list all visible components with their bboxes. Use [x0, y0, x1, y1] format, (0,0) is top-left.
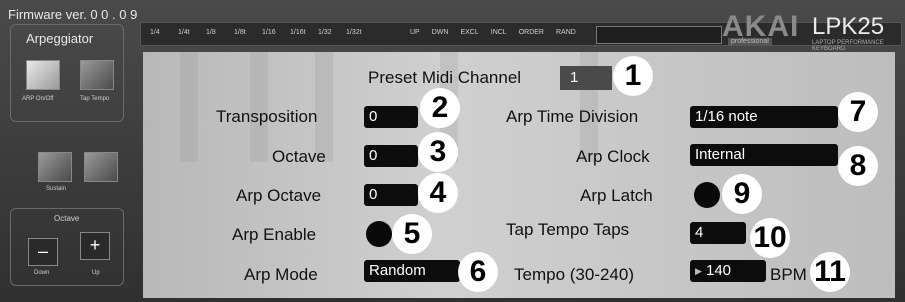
akai-sub-logo: professional — [728, 38, 772, 45]
keyboard-key-shadow — [180, 52, 198, 162]
arp-clock-field[interactable]: Internal — [690, 144, 838, 166]
sustain-button[interactable] — [38, 152, 72, 182]
callout-4: 4 — [418, 173, 458, 213]
octave-down-label: Down — [34, 270, 50, 276]
division-label: 1/4t — [178, 29, 190, 36]
mode-labels: UP DWN EXCL INCL ORDER RAND — [410, 29, 588, 36]
lcd-screen — [596, 26, 722, 44]
mode-label: INCL — [490, 29, 507, 36]
transposition-field[interactable]: 0 — [364, 106, 418, 128]
firmware-version: Firmware ver. 0 0 . 0 9 — [8, 7, 138, 22]
arp-octave-label: Arp Octave — [236, 186, 322, 205]
tempo-label: Tempo (30-240) — [514, 265, 635, 284]
bpm-unit-label: BPM — [770, 265, 807, 284]
arp-mode-field[interactable]: Random — [364, 260, 460, 282]
division-labels: 1/4 1/4t 1/8 1/8t 1/16 1/16t 1/32 1/32t — [150, 29, 374, 36]
callout-1: 1 — [613, 56, 653, 96]
arp-time-division-label: Arp Time Division — [506, 107, 639, 126]
octave-panel-title: Octave — [54, 214, 80, 223]
callout-3: 3 — [418, 132, 458, 172]
callout-6: 6 — [458, 252, 498, 292]
tap-tempo-taps-label: Tap Tempo Taps — [506, 220, 630, 239]
tempo-arrow-icon: ▶ — [695, 266, 702, 276]
callout-7: 7 — [838, 92, 878, 132]
octave-down-button[interactable]: – — [28, 238, 58, 266]
arp-enable-toggle[interactable] — [366, 221, 392, 247]
callout-10: 10 — [750, 218, 790, 258]
octave-field[interactable]: 0 — [364, 145, 418, 167]
mode-label: ORDER — [518, 29, 544, 36]
tap-tempo-label: Tap Tempo — [80, 96, 110, 102]
arpeggiator-title: Arpeggiator — [26, 31, 94, 46]
division-label: 1/16 — [262, 29, 276, 36]
division-label: 1/8 — [206, 29, 216, 36]
preset-midi-channel-label: Preset Midi Channel — [368, 68, 522, 87]
arp-mode-label: Arp Mode — [244, 265, 318, 284]
arp-onoff-button[interactable] — [26, 60, 60, 90]
arp-enable-label: Arp Enable — [232, 225, 317, 244]
mode-label: UP — [410, 29, 420, 36]
tempo-value: 140 — [706, 262, 732, 279]
arp-latch-label: Arp Latch — [580, 186, 653, 205]
callout-9: 9 — [722, 174, 762, 214]
callout-5: 5 — [392, 214, 432, 254]
division-label: 1/32t — [346, 29, 362, 36]
arp-time-division-field[interactable]: 1/16 note — [690, 106, 838, 128]
callout-8: 8 — [838, 146, 878, 186]
transposition-label: Transposition — [216, 107, 318, 126]
division-label: 1/8t — [234, 29, 246, 36]
lpk25-sub-logo: LAPTOP PERFORMANCE KEYBOARD — [812, 40, 884, 52]
arp-clock-label: Arp Clock — [576, 147, 650, 166]
callout-11: 11 — [810, 252, 850, 292]
arp-latch-toggle[interactable] — [694, 182, 720, 208]
mode-label: DWN — [431, 29, 449, 36]
division-label: 1/4 — [150, 29, 160, 36]
callout-2: 2 — [420, 88, 460, 128]
sustain-label: Sustain — [46, 186, 67, 192]
extra-pad-button[interactable] — [84, 152, 118, 182]
lpk25-logo: LPK25 — [812, 13, 885, 40]
keyboard-key-shadow — [315, 52, 333, 162]
tempo-field[interactable]: ▶ 140 — [690, 260, 766, 282]
division-label: 1/16t — [290, 29, 306, 36]
octave-label: Octave — [272, 147, 326, 166]
mode-label: EXCL — [460, 29, 479, 36]
tap-tempo-taps-field[interactable]: 4 — [690, 222, 746, 244]
octave-up-label: Up — [92, 270, 100, 276]
preset-midi-channel-field[interactable]: 1 — [560, 66, 612, 90]
tap-tempo-button[interactable] — [80, 60, 114, 90]
arp-octave-field[interactable]: 0 — [364, 184, 418, 206]
arp-onoff-label: ARP On/Off — [22, 96, 54, 102]
division-label: 1/32 — [318, 29, 332, 36]
octave-up-button[interactable]: + — [80, 232, 110, 260]
mode-label: RAND — [555, 29, 576, 36]
